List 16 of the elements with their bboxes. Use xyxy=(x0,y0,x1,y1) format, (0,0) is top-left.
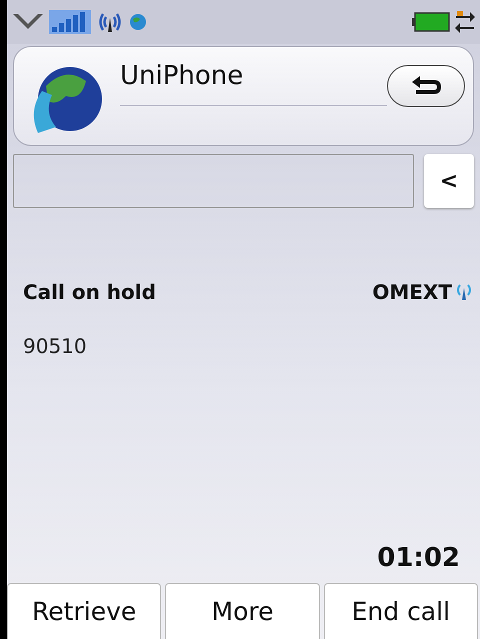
phone-number: 90510 xyxy=(22,333,88,358)
call-status: Call on hold xyxy=(23,280,156,304)
softkey-button[interactable]: Retrieve xyxy=(7,583,162,639)
backspace-button[interactable]: < xyxy=(424,154,474,208)
back-button[interactable] xyxy=(387,65,465,107)
data-transfer-icon xyxy=(454,10,476,34)
call-duration: 01:02 xyxy=(377,543,460,573)
number-input-field[interactable] xyxy=(13,154,414,208)
line-name: OMEXT xyxy=(372,280,452,304)
battery-icon xyxy=(412,11,450,33)
signal-strength-icon xyxy=(49,10,91,34)
antenna-icon xyxy=(456,283,472,301)
globe-icon xyxy=(129,13,147,31)
softkey-button[interactable]: More xyxy=(165,583,320,639)
softkey-button[interactable]: End call xyxy=(324,583,478,639)
app-title: UniPhone xyxy=(120,61,244,91)
